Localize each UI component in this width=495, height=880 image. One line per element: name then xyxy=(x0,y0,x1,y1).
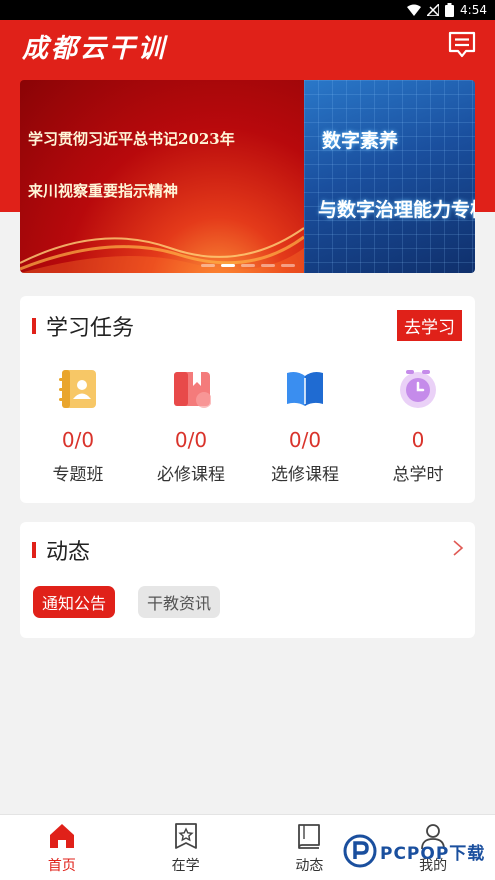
tab-training-news[interactable]: 干教资讯 xyxy=(138,586,221,618)
tab-home[interactable]: 首页 xyxy=(0,815,124,880)
carousel-dot[interactable] xyxy=(200,264,215,267)
banner-slide-2-line1: 数字素养 xyxy=(322,130,399,152)
no-signal-icon xyxy=(427,4,440,16)
book-icon xyxy=(298,824,321,849)
carousel-dot[interactable] xyxy=(280,264,295,267)
stat-value: 0/0 xyxy=(61,428,95,452)
chevron-right-icon[interactable] xyxy=(451,538,465,558)
learning-tasks-title: 学习任务 xyxy=(32,310,134,342)
banner-slide-2-line2: 与数字治理能力专栏 xyxy=(318,199,475,221)
news-title-text: 动态 xyxy=(46,540,91,565)
news-title: 动态 xyxy=(32,534,90,566)
stat-value: 0/0 xyxy=(174,428,208,452)
go-study-button[interactable]: 去学习 xyxy=(397,310,462,341)
news-card: 动态 通知公告 干教资讯 xyxy=(20,522,475,638)
star-book-icon xyxy=(174,823,197,849)
status-time: 4:54 xyxy=(460,3,487,17)
stat-value: 0/0 xyxy=(288,428,322,452)
tab-notice[interactable]: 通知公告 xyxy=(33,586,116,618)
message-icon xyxy=(448,31,476,58)
pcpop-logo-icon xyxy=(343,834,377,868)
stat-label: 选修课程 xyxy=(271,465,339,485)
banner-grid-decoration xyxy=(304,80,475,273)
home-icon xyxy=(49,824,74,848)
message-button[interactable] xyxy=(447,30,477,60)
status-bar: 4:54 xyxy=(0,0,495,20)
tab-label: 在学 xyxy=(171,858,200,874)
contact-book-icon xyxy=(59,370,96,408)
tab-label: 首页 xyxy=(47,858,76,874)
stat-required-courses[interactable]: 0/0 必修课程 xyxy=(134,368,248,485)
carousel-dots xyxy=(20,264,475,267)
title-accent-bar xyxy=(32,542,36,558)
wifi-icon xyxy=(407,4,422,16)
watermark: PCPOP下载 xyxy=(343,834,485,868)
title-accent-bar xyxy=(32,318,36,334)
banner-carousel[interactable]: 学习贯彻习近平总书记2023年 来川视察重要指示精神 数字素养 与数字治理能力专… xyxy=(20,80,475,273)
stat-value: 0 xyxy=(411,428,425,452)
learning-tasks-card: 学习任务 去学习 0/0 专题班 0/0 必修课程 0/0 选修课程 0 总学时 xyxy=(20,296,475,503)
stat-total-hours[interactable]: 0 总学时 xyxy=(361,368,475,485)
battery-icon xyxy=(445,3,455,17)
stat-label: 专题班 xyxy=(52,465,104,485)
stat-label: 总学时 xyxy=(392,465,444,485)
banner-slide-1-line2: 来川视察重要指示精神 xyxy=(28,182,179,200)
banner-wave-decoration xyxy=(20,227,304,273)
watermark-text: PCPOP下载 xyxy=(380,843,486,864)
carousel-dot[interactable] xyxy=(240,264,255,267)
stat-elective-courses[interactable]: 0/0 选修课程 xyxy=(248,368,362,485)
clock-icon xyxy=(400,370,436,408)
open-book-icon xyxy=(287,372,323,406)
app-logo: 成都云干训 xyxy=(22,34,168,64)
banner-slide-1[interactable]: 学习贯彻习近平总书记2023年 来川视察重要指示精神 xyxy=(20,80,304,273)
carousel-dot[interactable] xyxy=(260,264,275,267)
stat-special-class[interactable]: 0/0 专题班 xyxy=(21,368,135,485)
tab-studying[interactable]: 在学 xyxy=(124,815,248,880)
stat-label: 必修课程 xyxy=(157,465,225,485)
carousel-dot[interactable] xyxy=(220,264,235,267)
banner-slide-2[interactable]: 数字素养 与数字治理能力专栏 xyxy=(304,80,475,273)
learning-tasks-title-text: 学习任务 xyxy=(46,316,135,341)
bookmark-book-icon xyxy=(174,372,212,408)
tab-label: 动态 xyxy=(295,858,324,874)
banner-slide-1-line1: 学习贯彻习近平总书记2023年 xyxy=(28,130,235,148)
